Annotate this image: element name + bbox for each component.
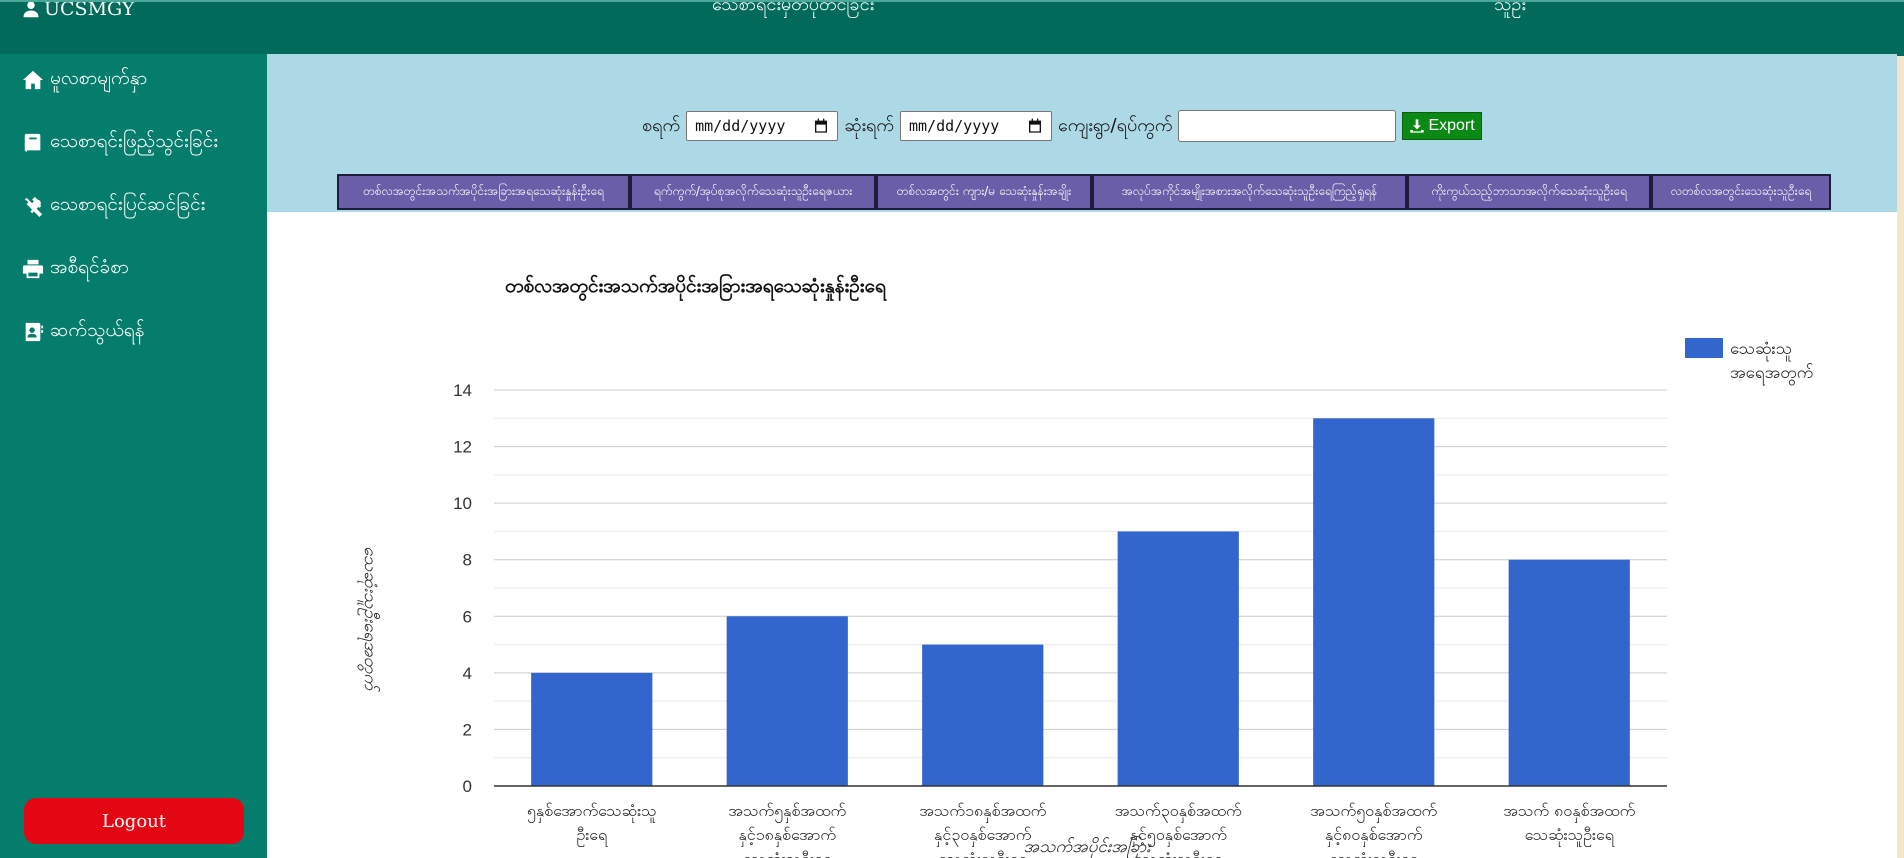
legend-label: သေဆုံးသူ <box>1730 339 1792 362</box>
y-tick-label: 0 <box>463 777 472 796</box>
sidebar-item-label: အစီရင်ခံစာ <box>50 256 129 278</box>
x-tick-label: နှင့်၃၀နှစ်အောက် <box>934 825 1032 847</box>
chart-title: တစ်လအတွင်းအသက်အပိုင်းအခြားအရသေဆုံးနှုန်း… <box>505 272 887 302</box>
tab-age-group-deaths[interactable]: တစ်လအတွင်းအသက်အပိုင်းအခြားအရသေဆုံးနှုန်း… <box>337 174 630 210</box>
logout-button[interactable]: Logout <box>24 798 244 844</box>
home-icon <box>22 70 44 90</box>
x-tick-label: အသက်၁၈နှစ်အထက် <box>919 801 1046 823</box>
x-tick-label: အသက်၅နှစ်အထက် <box>728 801 846 823</box>
bar <box>1313 418 1435 786</box>
y-tick-label: 6 <box>463 607 472 626</box>
village-label: ကျေးရွာ/ရပ်ကွက် <box>1058 114 1173 136</box>
x-tick-label: အသက်၅၀နှစ်အထက် <box>1310 801 1437 823</box>
download-icon <box>1410 119 1425 133</box>
tab-ward-deaths[interactable]: ရက်ကွက်/အုပ်စုအလိုက်သေဆုံးသူဦးရေဇယား <box>630 174 876 210</box>
end-date-input[interactable]: mm/dd/yyyy <box>900 111 1052 141</box>
user-name: သူဦး <box>1494 0 1526 15</box>
x-tick-label: ၅နှစ်အောက်သေဆုံးသူ <box>527 801 657 823</box>
sidebar-item-report[interactable]: အစီရင်ခံစာ <box>22 255 129 283</box>
bar <box>531 672 653 786</box>
x-axis-label: အသက်အပိုင်းအခြား <box>1023 836 1152 858</box>
tools-icon <box>24 196 43 217</box>
bar <box>1508 559 1630 786</box>
bar <box>922 644 1044 786</box>
contact-card-icon <box>25 322 44 342</box>
filter-bar: စရက် mm/dd/yyyy ဆုံးရက် mm/dd/yyyy ကျေးရ… <box>267 54 1897 212</box>
export-button[interactable]: Export <box>1402 112 1482 140</box>
user-icon <box>23 2 39 18</box>
start-date-input[interactable]: mm/dd/yyyy <box>686 111 839 141</box>
bar <box>1117 531 1239 786</box>
main-content: စရက် mm/dd/yyyy ဆုံးရက် mm/dd/yyyy ကျေးရ… <box>267 54 1897 858</box>
tab-gender-ratio[interactable]: တစ်လအတွင်း ကျား/မ သေဆုံးနှုန်းအချိုး <box>876 174 1092 210</box>
legend-swatch <box>1685 338 1723 358</box>
printer-icon <box>22 259 44 279</box>
top-bar: UCSMGY သေစာရင်းမှတ်ပုံတင်ခြင်း သူဦး <box>0 0 1904 56</box>
calendar-icon[interactable] <box>1027 118 1043 134</box>
legend-label: အရေအတွက် <box>1730 363 1813 386</box>
brand[interactable]: UCSMGY <box>22 0 135 20</box>
tab-occupation-deaths[interactable]: အလုပ်အကိုင်အမျိုးအစားအလိုက်သေဆုံးသူဦးရေက… <box>1092 174 1407 210</box>
tab-religion-deaths[interactable]: ကိုးကွယ်သည့်ဘာသာအလိုက်သေဆုံးသူဦးရေ <box>1407 174 1651 210</box>
export-label: Export <box>1428 117 1475 134</box>
age-group-bar-chart: 0 2 4 6 8 10 12 14 ၅နှစ်အောက်သေဆုံးသူဦးရေ အသက်၅နှ… <box>357 272 1813 858</box>
sidebar-item-add-record[interactable]: သေစာရင်းဖြည့်သွင်းခြင်း <box>22 129 218 157</box>
x-tick-label: ဦးရေ <box>576 825 609 847</box>
y-tick-label: 8 <box>463 551 472 570</box>
sidebar-item-label: သေစာရင်းဖြည့်သွင်းခြင်း <box>50 130 219 152</box>
village-input[interactable] <box>1178 110 1397 142</box>
x-tick-label: အသက်၃၀နှစ်အထက် <box>1115 801 1242 823</box>
x-tick-label: နှင့်၈၀နှစ်အောက် <box>1325 825 1423 847</box>
y-axis-label: သေဆုံးသူဦးရေအတွက် <box>357 546 380 693</box>
x-tick-label: သေဆုံးသူဦးရေ <box>1329 849 1420 858</box>
y-tick-label: 4 <box>463 664 472 683</box>
x-tick-label: သေဆုံးသူဦးရေ <box>938 849 1029 858</box>
y-tick-label: 10 <box>453 494 472 513</box>
page-title: သေစာရင်းမှတ်ပုံတင်ခြင်း <box>712 0 875 15</box>
bar <box>726 616 848 786</box>
start-date-placeholder: mm/dd/yyyy <box>695 117 786 135</box>
x-tick-label: သေဆုံးသူဦးရေ <box>1525 825 1616 847</box>
sidebar: မူလစာမျက်နှာ သေစာရင်းဖြည့်သွင်းခြင်း သေစ… <box>0 54 267 858</box>
sidebar-item-edit-record[interactable]: သေစာရင်းပြင်ဆင်ခြင်း <box>22 192 205 220</box>
sidebar-item-contact[interactable]: ဆက်သွယ်ရန် <box>22 318 145 346</box>
x-tick-label: နှင့်၁၈နှစ်အောက် <box>738 825 836 847</box>
y-tick-label: 14 <box>453 381 472 400</box>
y-tick-label: 12 <box>453 438 472 457</box>
book-icon <box>24 133 41 153</box>
end-date-placeholder: mm/dd/yyyy <box>909 117 1000 135</box>
sidebar-item-label: ဆက်သွယ်ရန် <box>50 319 145 341</box>
y-tick-label: 2 <box>463 720 472 739</box>
start-date-label: စရက် <box>642 114 681 136</box>
report-tabs: တစ်လအတွင်းအသက်အပိုင်းအခြားအရသေဆုံးနှုန်း… <box>337 174 1831 210</box>
filter-row: စရက် mm/dd/yyyy ဆုံးရက် mm/dd/yyyy ကျေးရ… <box>642 110 1482 142</box>
sidebar-item-label: မူလစာမျက်နှာ <box>50 67 148 89</box>
end-date-label: ဆုံးရက် <box>844 114 894 136</box>
x-tick-label: အသက် ၈၀နှစ်အထက် <box>1503 801 1635 823</box>
calendar-icon[interactable] <box>813 118 829 134</box>
brand-name: UCSMGY <box>44 0 135 20</box>
x-tick-label: သေဆုံးသူဦးရေ <box>743 849 834 858</box>
sidebar-item-home[interactable]: မူလစာမျက်နှာ <box>22 66 147 94</box>
sidebar-item-label: သေစာရင်းပြင်ဆင်ခြင်း <box>50 193 206 215</box>
tab-monthly-deaths[interactable]: လတစ်လအတွင်းသေဆုံးသူဦးရေ <box>1651 174 1831 210</box>
